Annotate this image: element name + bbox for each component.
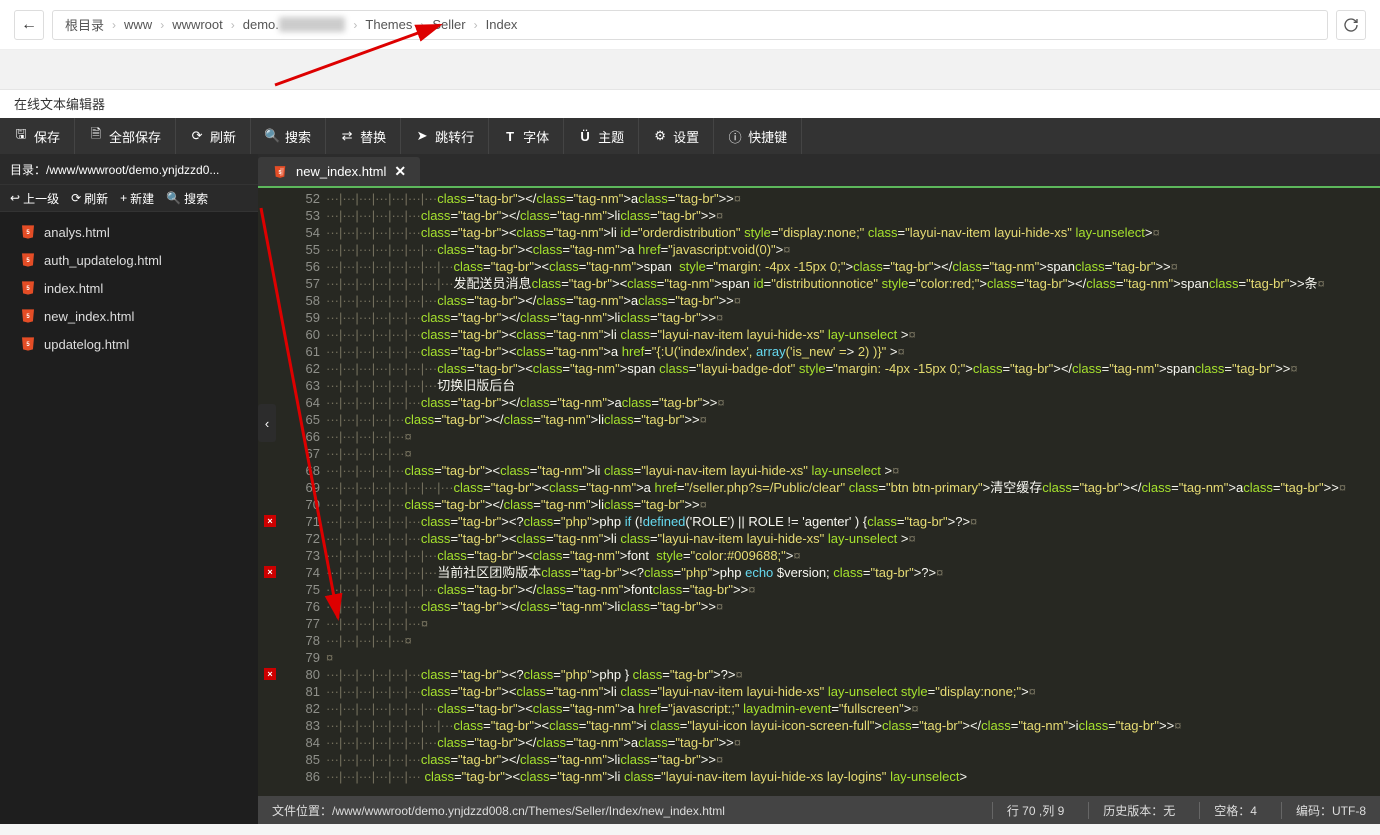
html-icon: 5 [272,164,288,180]
line-gutter: 5253545556575859606162636465666768697071… [258,188,326,796]
save-icon: 🖫 [14,129,28,143]
refresh-button[interactable]: ⟳刷新 [176,118,251,154]
file-name: index.html [44,281,103,296]
file-item[interactable]: 5 new_index.html [0,302,258,330]
replace-icon: ⇄ [340,129,354,143]
search-button[interactable]: 🔍搜索 [251,118,326,154]
html-icon: 5 [20,336,36,352]
nav-back-button[interactable]: ← [14,10,44,40]
theme-button[interactable]: Ü主题 [564,118,639,154]
html-icon: 5 [20,308,36,324]
file-list: 5 analys.html 5 auth_updatelog.html 5 index.h… [0,212,258,824]
font-button[interactable]: T字体 [489,118,564,154]
sidebar-search-button[interactable]: 🔍 搜索 [166,190,208,207]
info-icon: ⓘ [728,129,742,143]
goto-icon: ➤ [415,129,429,143]
reload-button[interactable] [1336,10,1366,40]
sidebar-actions: ↩ 上一级 ⟳ 刷新 + 新建 🔍 搜索 [0,184,258,212]
code-content[interactable]: ···|···|···|···|···|···|···class="tag-br… [326,188,1380,796]
file-item[interactable]: 5 auth_updatelog.html [0,246,258,274]
status-bar: 文件位置：/www/wwwroot/demo.ynjdzzd008.cn/The… [258,796,1380,824]
sidebar-path: 目录：/www/wwwroot/demo.ynjdzzd0... [0,154,258,184]
goto-button[interactable]: ➤跳转行 [401,118,489,154]
close-tab-button[interactable]: ✕ [394,163,406,180]
status-indent: 空格：4 [1199,802,1257,819]
file-name: updatelog.html [44,337,129,352]
shortcut-button[interactable]: ⓘ快捷键 [714,118,802,154]
file-item[interactable]: 5 analys.html [0,218,258,246]
file-item[interactable]: 5 index.html [0,274,258,302]
refresh-icon: ⟳ [190,129,204,143]
collapse-sidebar-button[interactable]: ‹ [258,404,276,442]
search-icon: 🔍 [265,129,279,143]
tab-new-index[interactable]: 5 new_index.html ✕ [258,157,420,188]
tab-label: new_index.html [296,164,386,179]
breadcrumb: 根目录› www› wwwroot› demo.x› Themes› Selle… [52,10,1328,40]
html-icon: 5 [20,280,36,296]
editor-area: ‹ 5 new_index.html ✕ 5253545556575859606… [258,154,1380,824]
breadcrumb-item[interactable]: www [124,17,152,32]
save-button[interactable]: 🖫保存 [0,118,75,154]
toolbar: 🖫保存 🗎全部保存 ⟳刷新 🔍搜索 ⇄替换 ➤跳转行 T字体 Ü主题 ⚙设置 ⓘ… [0,118,1380,154]
gear-icon: ⚙ [653,129,667,143]
theme-icon: Ü [578,129,592,143]
status-cursor: 行 70 ,列 9 [992,802,1064,819]
new-button[interactable]: + 新建 [120,190,154,207]
up-button[interactable]: ↩ 上一级 [10,190,59,207]
file-name: analys.html [44,225,110,240]
top-bar: ← 根目录› www› wwwroot› demo.x› Themes› Sel… [0,0,1380,50]
sidebar-refresh-button[interactable]: ⟳ 刷新 [71,190,108,207]
breadcrumb-item[interactable]: Themes [365,17,412,32]
status-path: 文件位置：/www/wwwroot/demo.ynjdzzd008.cn/The… [272,802,968,819]
breadcrumb-item[interactable]: 根目录 [65,15,104,34]
tab-bar: 5 new_index.html ✕ [258,154,1380,188]
code-pane[interactable]: 5253545556575859606162636465666768697071… [258,188,1380,796]
html-icon: 5 [20,252,36,268]
breadcrumb-item[interactable]: Seller [432,17,465,32]
breadcrumb-item[interactable]: wwwroot [172,17,223,32]
replace-button[interactable]: ⇄替换 [326,118,401,154]
file-name: new_index.html [44,309,134,324]
breadcrumb-item[interactable]: demo.x [243,17,346,32]
settings-button[interactable]: ⚙设置 [639,118,714,154]
file-item[interactable]: 5 updatelog.html [0,330,258,358]
breadcrumb-item[interactable]: Index [486,17,518,32]
font-icon: T [503,129,517,143]
main-area: 目录：/www/wwwroot/demo.ynjdzzd0... ↩ 上一级 ⟳… [0,154,1380,824]
save-all-button[interactable]: 🗎全部保存 [75,118,176,154]
save-all-icon: 🗎 [89,129,103,143]
svg-text:5: 5 [279,169,282,175]
status-encoding: 编码：UTF-8 [1281,802,1366,819]
status-history: 历史版本：无 [1088,802,1175,819]
secondary-bar [0,50,1380,90]
file-name: auth_updatelog.html [44,253,162,268]
editor-title: 在线文本编辑器 [0,90,1380,118]
sidebar: 目录：/www/wwwroot/demo.ynjdzzd0... ↩ 上一级 ⟳… [0,154,258,824]
html-icon: 5 [20,224,36,240]
